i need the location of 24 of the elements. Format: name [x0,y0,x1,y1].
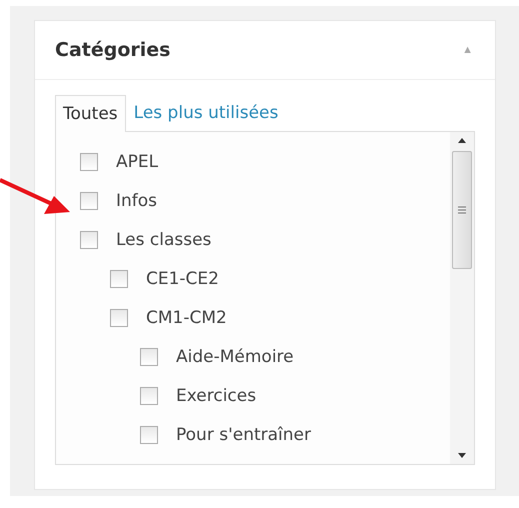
checkbox[interactable] [110,308,128,326]
checkbox[interactable] [140,426,158,444]
category-label[interactable]: APEL [116,152,158,172]
grip-icon [458,206,466,214]
checkbox[interactable] [80,152,98,170]
checkbox[interactable] [140,386,158,404]
category-tab[interactable]: Les plus utilisées [126,94,286,131]
category-label[interactable]: Exercices [176,386,256,406]
category-label[interactable]: Les classes [116,230,212,250]
category-label[interactable]: Infos [116,190,158,210]
category-label[interactable]: CM1-CM2 [146,308,227,328]
checkbox[interactable] [140,348,158,366]
scrollbar[interactable] [450,132,474,464]
category-label[interactable]: Aide-Mémoire [176,346,294,366]
checkbox[interactable] [80,192,98,210]
scroll-thumb[interactable] [452,151,472,269]
category-label[interactable]: Pour s'entraîner [176,424,311,444]
category-label[interactable]: CE1-CE2 [146,268,219,288]
scroll-up-icon[interactable] [458,138,466,143]
scroll-down-icon[interactable] [458,453,466,458]
checkbox[interactable] [80,230,98,248]
checkbox[interactable] [110,270,128,288]
category-tab[interactable]: Toutes [55,95,126,132]
panel-title: Catégories [55,39,170,61]
